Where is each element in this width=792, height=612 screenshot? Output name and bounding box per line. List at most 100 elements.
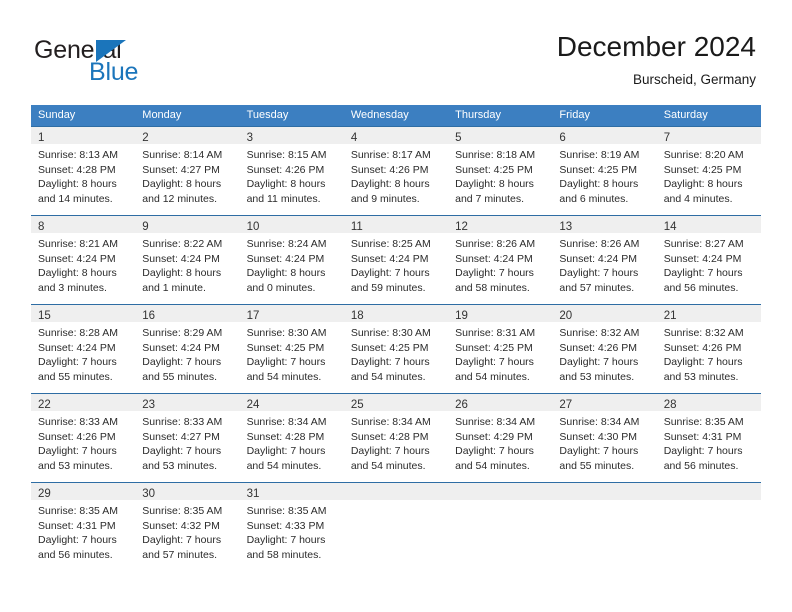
calendar-day-cell[interactable]: 24 Sunrise: 8:34 AM Sunset: 4:28 PM Dayligh… [239,393,344,483]
calendar-day-cell[interactable]: 15 Sunrise: 8:28 AM Sunset: 4:24 PM Dayligh… [31,304,136,394]
calendar-day-cell[interactable]: 26 Sunrise: 8:34 AM Sunset: 4:29 PM Dayligh… [448,393,553,483]
calendar-day-cell[interactable]: 14 Sunrise: 8:27 AM Sunset: 4:24 PM Dayligh… [656,215,761,305]
day-number-band: 22 [31,394,136,411]
sunset-text: Sunset: 4:32 PM [142,519,220,532]
calendar-day-cell[interactable]: 17 Sunrise: 8:30 AM Sunset: 4:25 PM Dayligh… [239,304,344,394]
day-number: 26 [455,399,468,411]
calendar-day-cell[interactable]: 2 Sunrise: 8:14 AM Sunset: 4:27 PM Daylight… [135,126,240,216]
calendar-day-cell[interactable]: 31 Sunrise: 8:35 AM Sunset: 4:33 PM Dayligh… [239,482,344,571]
daylight-text-line2: and 9 minutes. [350,192,420,205]
day-number-band: 2 [135,127,240,144]
calendar-day-cell[interactable]: 19 Sunrise: 8:31 AM Sunset: 4:25 PM Dayligh… [448,304,553,394]
daylight-text-line1: Daylight: 7 hours [350,267,430,280]
day-number-band: 25 [343,394,449,411]
sunrise-text: Sunrise: 8:33 AM [142,416,223,428]
calendar-day-cell[interactable]: 16 Sunrise: 8:29 AM Sunset: 4:24 PM Dayligh… [135,304,240,394]
daylight-text-line1: Daylight: 7 hours [38,356,117,369]
sunset-text: Sunset: 4:24 PM [38,341,116,354]
daylight-text-line1: Daylight: 7 hours [455,445,534,458]
daylight-text-line1: Daylight: 7 hours [455,356,534,369]
weekday-header-monday: Monday [135,105,240,127]
calendar-body: 1 Sunrise: 8:13 AM Sunset: 4:28 PM Daylight… [31,126,761,571]
sunset-text: Sunset: 4:25 PM [350,341,429,354]
sunrise-text: Sunrise: 8:26 AM [455,238,536,250]
sunset-text: Sunset: 4:24 PM [559,252,638,265]
calendar-day-cell[interactable]: 8 Sunrise: 8:21 AM Sunset: 4:24 PM Daylight… [31,215,136,305]
daylight-text-line2: and 54 minutes. [246,459,322,472]
daylight-text-line2: and 54 minutes. [455,370,530,383]
weekday-header-wednesday: Wednesday [343,105,449,127]
sunset-text: Sunset: 4:24 PM [246,252,325,265]
calendar-day-cell[interactable]: 22 Sunrise: 8:33 AM Sunset: 4:26 PM Dayligh… [31,393,136,483]
sunrise-text: Sunrise: 8:35 AM [246,505,327,517]
day-number-band: 18 [343,305,449,322]
daylight-text-line2: and 53 minutes. [142,459,217,472]
day-details: Sunrise: 8:35 AM Sunset: 4:31 PM Daylight:… [657,411,761,473]
calendar-day-cell[interactable]: 30 Sunrise: 8:35 AM Sunset: 4:32 PM Dayligh… [135,482,240,571]
sunrise-text: Sunrise: 8:21 AM [38,238,118,250]
sunset-text: Sunset: 4:25 PM [663,163,742,176]
day-number: 27 [559,399,573,411]
brand-logo: General Blue [34,36,244,88]
calendar-day-cell[interactable]: 13 Sunrise: 8:26 AM Sunset: 4:24 PM Dayligh… [552,215,657,305]
day-details: Sunrise: 8:28 AM Sunset: 4:24 PM Daylight:… [31,322,135,384]
daylight-text-line2: and 59 minutes. [350,281,426,294]
calendar-day-cell[interactable]: 5 Sunrise: 8:18 AM Sunset: 4:25 PM Daylight… [448,126,553,216]
sunrise-text: Sunrise: 8:25 AM [350,238,431,250]
day-number-band: 13 [552,216,657,233]
daylight-text-line1: Daylight: 7 hours [142,445,222,458]
calendar-day-cell[interactable]: 1 Sunrise: 8:13 AM Sunset: 4:28 PM Daylight… [31,126,136,216]
daylight-text-line2: and 53 minutes. [663,370,739,383]
calendar-day-cell[interactable]: 4 Sunrise: 8:17 AM Sunset: 4:26 PM Daylight… [343,126,449,216]
day-number: 3 [246,132,253,144]
sunset-text: Sunset: 4:26 PM [246,163,325,176]
calendar-day-cell[interactable]: 25 Sunrise: 8:34 AM Sunset: 4:28 PM Dayligh… [343,393,449,483]
day-number-band: 8 [31,216,136,233]
day-number: 19 [455,310,468,322]
sunrise-text: Sunrise: 8:26 AM [559,238,640,250]
calendar-day-cell[interactable]: 21 Sunrise: 8:32 AM Sunset: 4:26 PM Dayligh… [656,304,761,394]
day-details [552,500,656,504]
calendar-table: Sunday Monday Tuesday Wednesday Thursday… [31,105,761,571]
day-number-band: 29 [31,483,136,500]
daylight-text-line2: and 57 minutes. [142,548,217,561]
day-details: Sunrise: 8:17 AM Sunset: 4:26 PM Daylight:… [344,144,448,206]
calendar-day-cell[interactable]: 6 Sunrise: 8:19 AM Sunset: 4:25 PM Daylight… [552,126,657,216]
calendar-day-cell-empty [448,482,553,571]
weekday-header-sunday: Sunday [31,105,136,127]
daylight-text-line2: and 0 minutes. [246,281,316,294]
day-number-band: 16 [135,305,240,322]
day-number-band: 14 [656,216,761,233]
calendar-day-cell[interactable]: 27 Sunrise: 8:34 AM Sunset: 4:30 PM Dayligh… [552,393,657,483]
calendar-day-cell-empty [656,482,761,571]
sunset-text: Sunset: 4:25 PM [559,163,638,176]
day-number-band [448,483,553,500]
day-number: 29 [38,488,51,500]
sunset-text: Sunset: 4:24 PM [350,252,429,265]
calendar-day-cell[interactable]: 18 Sunrise: 8:30 AM Sunset: 4:25 PM Dayligh… [343,304,449,394]
day-details: Sunrise: 8:29 AM Sunset: 4:24 PM Daylight:… [135,322,239,384]
calendar-day-cell[interactable]: 3 Sunrise: 8:15 AM Sunset: 4:26 PM Daylight… [239,126,344,216]
day-number-band: 24 [239,394,344,411]
day-number-band: 12 [448,216,553,233]
day-number: 17 [246,310,260,322]
day-number: 28 [663,399,677,411]
calendar-day-cell[interactable]: 20 Sunrise: 8:32 AM Sunset: 4:26 PM Dayligh… [552,304,657,394]
calendar-day-cell[interactable]: 10 Sunrise: 8:24 AM Sunset: 4:24 PM Dayligh… [239,215,344,305]
calendar-day-cell[interactable]: 9 Sunrise: 8:22 AM Sunset: 4:24 PM Daylight… [135,215,240,305]
calendar-day-cell[interactable]: 12 Sunrise: 8:26 AM Sunset: 4:24 PM Dayligh… [448,215,553,305]
sunset-text: Sunset: 4:25 PM [455,341,533,354]
calendar-day-cell[interactable]: 23 Sunrise: 8:33 AM Sunset: 4:27 PM Dayligh… [135,393,240,483]
daylight-text-line2: and 12 minutes. [142,192,217,205]
calendar-day-cell[interactable]: 11 Sunrise: 8:25 AM Sunset: 4:24 PM Dayligh… [343,215,449,305]
calendar-header-row: Sunday Monday Tuesday Wednesday Thursday… [31,105,761,127]
calendar-day-cell[interactable]: 29 Sunrise: 8:35 AM Sunset: 4:31 PM Dayligh… [31,482,136,571]
day-details: Sunrise: 8:22 AM Sunset: 4:24 PM Daylight:… [135,233,239,295]
daylight-text-line2: and 55 minutes. [559,459,635,472]
day-details: Sunrise: 8:34 AM Sunset: 4:28 PM Daylight:… [344,411,448,473]
day-number: 8 [38,221,45,233]
calendar-week-row: 1 Sunrise: 8:13 AM Sunset: 4:28 PM Daylight… [31,126,761,216]
calendar-day-cell[interactable]: 28 Sunrise: 8:35 AM Sunset: 4:31 PM Dayligh… [656,393,761,483]
daylight-text-line1: Daylight: 7 hours [38,445,117,458]
calendar-day-cell[interactable]: 7 Sunrise: 8:20 AM Sunset: 4:25 PM Daylight… [656,126,761,216]
